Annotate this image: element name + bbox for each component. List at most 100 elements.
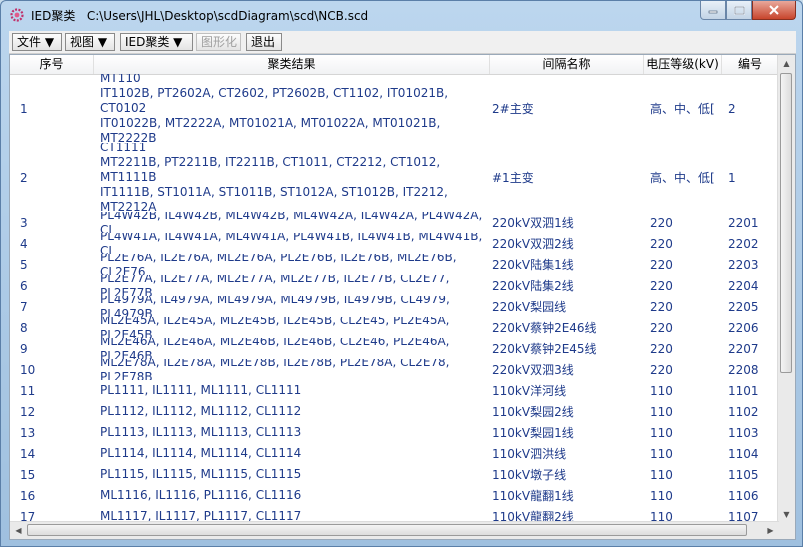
row-bay-name: 110kV墩子线 bbox=[492, 468, 567, 482]
table-row[interactable]: 9 ML2E46A, IL2E46A, ML2E46B, IL2E46B, CL2… bbox=[10, 338, 779, 359]
caption-buttons bbox=[700, 1, 796, 21]
row-id: 1102 bbox=[728, 404, 759, 419]
horizontal-scrollbar[interactable]: ◀ ▶ bbox=[10, 521, 779, 539]
row-cluster-result: PL2E77A, IL2E77A, ML2E77A, ML2E77B, IL2E… bbox=[100, 275, 454, 296]
window-title: IED聚类 C:\Users\JHL\Desktop\scdDiagram\sc… bbox=[31, 9, 369, 23]
table-row[interactable]: 12 PL1112, IL1112, ML1112, CL1112 110kV梨园2… bbox=[10, 401, 779, 422]
row-id: 1104 bbox=[728, 446, 759, 461]
row-index: 12 bbox=[20, 404, 36, 419]
row-cluster-result: PL4W41A, IL4W41A, ML4W41A, PL4W41B, IL4W… bbox=[100, 233, 487, 254]
header-bay-name[interactable]: 间隔名称 bbox=[490, 55, 644, 74]
minimize-button[interactable] bbox=[700, 1, 726, 20]
row-voltage-level: 高、中、低[ bbox=[650, 102, 715, 116]
row-id: 1 bbox=[728, 170, 736, 185]
row-voltage-level: 220 bbox=[650, 320, 673, 335]
menu-bar: 文件 ▼ 视图 ▼ IED聚类 ▼ 图形化 退出 bbox=[9, 31, 796, 54]
header-id[interactable]: 编号 bbox=[722, 55, 779, 74]
scroll-right-icon[interactable]: ▶ bbox=[762, 522, 779, 539]
row-voltage-level: 高、中、低[ bbox=[650, 171, 715, 185]
menu-file[interactable]: 文件 ▼ bbox=[12, 33, 62, 51]
row-bay-name: 110kV龍翻1线 bbox=[492, 489, 574, 503]
row-bay-name: 110kV梨园1线 bbox=[492, 426, 574, 440]
scroll-corner bbox=[778, 522, 795, 539]
maximize-button[interactable] bbox=[726, 1, 752, 20]
row-id: 2206 bbox=[728, 320, 759, 335]
scroll-left-icon[interactable]: ◀ bbox=[10, 522, 27, 539]
row-bay-name: 2#主变 bbox=[492, 102, 534, 116]
title-bar[interactable]: IED聚类 C:\Users\JHL\Desktop\scdDiagram\sc… bbox=[1, 1, 802, 29]
row-id: 1101 bbox=[728, 383, 759, 398]
close-button[interactable] bbox=[752, 1, 796, 20]
row-cluster-result: PL1115, IL1115, ML1115, CL1115 bbox=[100, 467, 302, 481]
scroll-up-icon[interactable]: ▲ bbox=[778, 55, 795, 72]
header-cluster-result[interactable]: 聚类结果 bbox=[94, 55, 490, 74]
horizontal-scroll-thumb[interactable] bbox=[27, 524, 747, 536]
row-voltage-level: 110 bbox=[650, 467, 673, 482]
table-row[interactable]: 6 PL2E77A, IL2E77A, ML2E77A, ML2E77B, IL2… bbox=[10, 275, 779, 296]
row-cluster-result: MT2602A, IT2602A, MT2602B, IT2602B, MT11… bbox=[100, 74, 449, 143]
row-index: 11 bbox=[20, 383, 36, 398]
row-bay-name: 110kV洋河线 bbox=[492, 384, 567, 398]
row-index: 7 bbox=[20, 299, 28, 314]
close-icon bbox=[769, 5, 779, 15]
row-index: 15 bbox=[20, 467, 36, 482]
table-row[interactable]: 11 PL1111, IL1111, ML1111, CL1111 110kV洋河线… bbox=[10, 380, 779, 401]
menu-graphical[interactable]: 图形化 bbox=[196, 33, 241, 51]
table-row[interactable]: 4 PL4W41A, IL4W41A, ML4W41A, PL4W41B, IL4… bbox=[10, 233, 779, 254]
table-row[interactable]: 13 PL1113, IL1113, ML1113, CL1113 110kV梨园1… bbox=[10, 422, 779, 443]
row-bay-name: 220kV双泗2线 bbox=[492, 237, 574, 251]
table-row[interactable]: 2 MT2211A, PT2211A, IT2211A, CT2211, MT11… bbox=[10, 143, 779, 212]
vertical-scroll-thumb[interactable] bbox=[780, 73, 792, 373]
row-bay-name: 220kV陆集2线 bbox=[492, 279, 574, 293]
table-row[interactable]: 10 ML2E78A, IL2E78A, ML2E78B, IL2E78B, PL… bbox=[10, 359, 779, 380]
cluster-table: 序号 聚类结果 间隔名称 电压等级(kV) 编号 1 MT2602A, IT260… bbox=[9, 54, 796, 540]
maximize-icon bbox=[733, 5, 745, 15]
row-voltage-level: 110 bbox=[650, 383, 673, 398]
menu-ied-cluster[interactable]: IED聚类 ▼ bbox=[120, 33, 193, 51]
menu-view[interactable]: 视图 ▼ bbox=[65, 33, 115, 51]
table-row[interactable]: 5 PL2E76A, IL2E76A, ML2E76A, PL2E76B, IL2… bbox=[10, 254, 779, 275]
minimize-icon bbox=[708, 10, 718, 14]
row-voltage-level: 110 bbox=[650, 488, 673, 503]
row-cluster-result: PL1112, IL1112, ML1112, CL1112 bbox=[100, 404, 302, 418]
row-cluster-result: ML1116, IL1116, PL1116, CL1116 bbox=[100, 488, 302, 502]
vertical-scrollbar[interactable]: ▲ ▼ bbox=[777, 55, 795, 523]
row-voltage-level: 220 bbox=[650, 278, 673, 293]
row-index: 3 bbox=[20, 215, 28, 230]
table-row[interactable]: 8 ML2E45A, IL2E45A, ML2E45B, IL2E45B, CL2… bbox=[10, 317, 779, 338]
row-voltage-level: 110 bbox=[650, 404, 673, 419]
row-bay-name: 110kV梨园2线 bbox=[492, 405, 574, 419]
header-index[interactable]: 序号 bbox=[10, 55, 94, 74]
row-cluster-result: ML2E46A, IL2E46A, ML2E46B, IL2E46B, CL2E… bbox=[100, 338, 454, 359]
table-row[interactable]: 7 PL4979A, IL4979A, ML4979A, ML4979B, IL4… bbox=[10, 296, 779, 317]
header-voltage-level[interactable]: 电压等级(kV) bbox=[644, 55, 722, 74]
row-bay-name: 220kV双泗1线 bbox=[492, 216, 574, 230]
row-voltage-level: 220 bbox=[650, 215, 673, 230]
row-cluster-result: PL1114, IL1114, ML1114, CL1114 bbox=[100, 446, 302, 460]
row-id: 2205 bbox=[728, 299, 759, 314]
row-voltage-level: 220 bbox=[650, 341, 673, 356]
table-row[interactable]: 16 ML1116, IL1116, PL1116, CL1116 110kV龍翻1… bbox=[10, 485, 779, 506]
row-id: 1105 bbox=[728, 467, 759, 482]
row-voltage-level: 220 bbox=[650, 257, 673, 272]
row-index: 13 bbox=[20, 425, 36, 440]
row-voltage-level: 110 bbox=[650, 425, 673, 440]
row-cluster-result: PL1113, IL1113, ML1113, CL1113 bbox=[100, 425, 302, 439]
row-voltage-level: 110 bbox=[650, 446, 673, 461]
table-row[interactable]: 1 MT2602A, IT2602A, MT2602B, IT2602B, MT1… bbox=[10, 74, 779, 143]
row-index: 5 bbox=[20, 257, 28, 272]
row-id: 2204 bbox=[728, 278, 759, 293]
main-window: IED聚类 C:\Users\JHL\Desktop\scdDiagram\sc… bbox=[0, 0, 803, 547]
menu-exit[interactable]: 退出 bbox=[246, 33, 282, 51]
table-row[interactable]: 15 PL1115, IL1115, ML1115, CL1115 110kV墩子线… bbox=[10, 464, 779, 485]
app-gear-icon bbox=[10, 8, 24, 22]
row-cluster-result: PL4W42B, IL4W42B, ML4W42B, ML4W42A, IL4W… bbox=[100, 212, 487, 233]
row-id: 2203 bbox=[728, 257, 759, 272]
table-row[interactable]: 14 PL1114, IL1114, ML1114, CL1114 110kV泗洪线… bbox=[10, 443, 779, 464]
row-cluster-result: PL2E76A, IL2E76A, ML2E76A, PL2E76B, IL2E… bbox=[100, 254, 461, 275]
scroll-down-icon[interactable]: ▼ bbox=[778, 506, 795, 523]
table-row[interactable]: 3 PL4W42B, IL4W42B, ML4W42B, ML4W42A, IL4… bbox=[10, 212, 779, 233]
row-id: 2202 bbox=[728, 236, 759, 251]
row-index: 4 bbox=[20, 236, 28, 251]
row-bay-name: 110kV泗洪线 bbox=[492, 447, 567, 461]
